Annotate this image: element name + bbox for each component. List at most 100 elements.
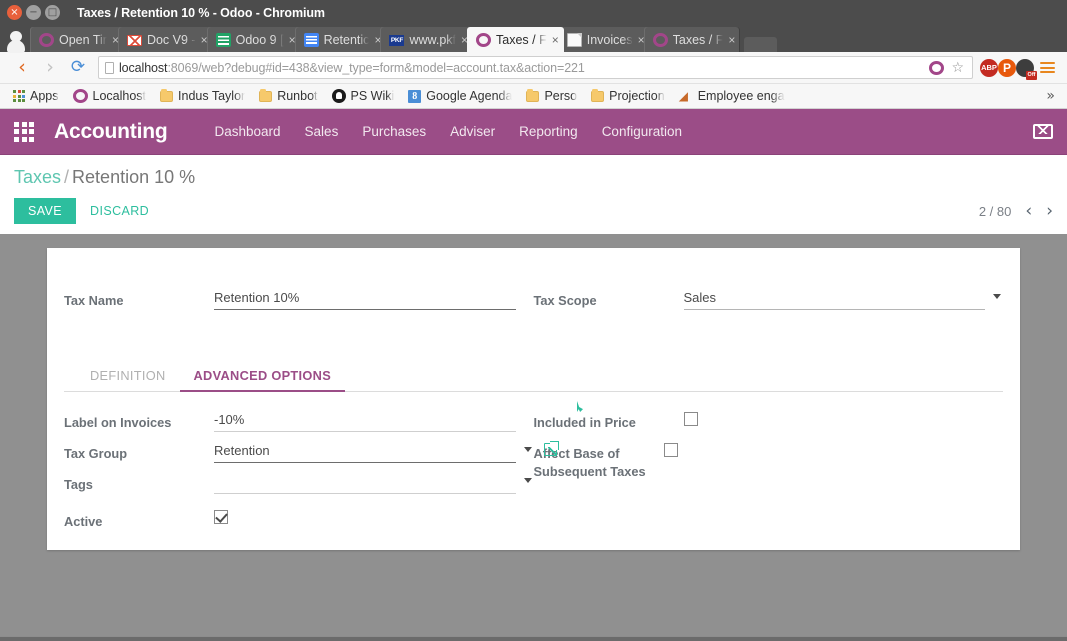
field-value: [684, 410, 1004, 428]
odoo-main-menu: Dashboard Sales Purchases Adviser Report…: [203, 118, 695, 145]
back-icon[interactable]: ‹: [8, 54, 36, 82]
address-bar[interactable]: localhost:8069/web?debug#id=438&view_typ…: [98, 56, 973, 79]
apps-grid-icon: [13, 90, 25, 102]
tags-select[interactable]: [214, 472, 516, 494]
pager-previous-icon[interactable]: ‹: [1025, 203, 1032, 220]
google-icon: 8: [408, 90, 421, 103]
external-link-icon[interactable]: [544, 443, 557, 456]
tax-group-select[interactable]: [214, 441, 516, 463]
browser-tab[interactable]: Doc V9 - ×: [118, 27, 213, 52]
field-included-in-price: Included in Price: [534, 410, 1004, 432]
close-icon[interactable]: ×: [552, 34, 559, 46]
pocket-icon[interactable]: P: [998, 59, 1016, 77]
tab-advanced-options[interactable]: ADVANCED OPTIONS: [180, 362, 346, 392]
record-pager: 2 / 80 ‹ ›: [979, 203, 1053, 220]
bookmark-perso[interactable]: Perso: [519, 87, 584, 105]
bookmark-label: Apps: [30, 89, 59, 103]
adblock-plus-icon[interactable]: ABP: [980, 59, 998, 77]
window-minimize-button[interactable]: −: [26, 5, 41, 20]
tab-label: www.pkf: [409, 33, 456, 47]
browser-tab[interactable]: Invoices ×: [558, 27, 650, 52]
field-value: [214, 410, 534, 432]
form-column-left: Label on Invoices Tax Group: [64, 410, 534, 540]
odoo-icon: [653, 33, 668, 47]
omnibox-actions: ☆: [929, 61, 966, 75]
form-sheet-area: Tax Name Tax Scope D: [0, 234, 1067, 529]
browser-tab[interactable]: Taxes / F ×: [644, 27, 741, 52]
menu-item-configuration[interactable]: Configuration: [590, 118, 694, 145]
odoo-icon: [73, 89, 88, 103]
active-checkbox[interactable]: [214, 510, 228, 524]
chevron-down-icon[interactable]: [524, 447, 532, 452]
tax-name-input[interactable]: [214, 288, 516, 310]
browser-tab-active[interactable]: Taxes / F ×: [467, 27, 564, 52]
chevron-down-icon[interactable]: [993, 294, 1001, 299]
tab-label: Taxes / F: [496, 33, 547, 47]
field-value: [664, 441, 1004, 459]
browser-tab[interactable]: Open Tir ×: [30, 27, 124, 52]
screen-recorder-icon[interactable]: [1016, 59, 1034, 77]
user-avatar-icon[interactable]: [2, 27, 30, 52]
bookmark-label: Runbot: [277, 89, 317, 103]
field-label-on-invoices: Label on Invoices: [64, 410, 534, 432]
close-icon[interactable]: ×: [728, 34, 735, 46]
chrome-menu-icon[interactable]: [1034, 62, 1059, 73]
field-value: [214, 472, 534, 494]
apps-menu-icon[interactable]: [14, 122, 34, 142]
save-button[interactable]: SAVE: [14, 198, 76, 224]
bookmark-ps-wiki[interactable]: PS Wiki: [325, 87, 402, 105]
tax-scope-select[interactable]: [684, 288, 986, 310]
odoo-icon[interactable]: [929, 61, 944, 75]
field-value: [684, 288, 1004, 310]
menu-item-reporting[interactable]: Reporting: [507, 118, 590, 145]
field-value: [214, 509, 534, 527]
form-column-right: Included in Price Affect Base of Subsequ…: [534, 410, 1004, 540]
forward-icon[interactable]: ›: [36, 54, 64, 82]
bookmark-label: Localhost: [93, 89, 147, 103]
menu-item-adviser[interactable]: Adviser: [438, 118, 507, 145]
form-fields-grid: Label on Invoices Tax Group: [64, 410, 1003, 540]
field-value: [214, 288, 534, 310]
gmail-icon: [127, 35, 142, 46]
bookmark-star-icon[interactable]: ☆: [951, 61, 964, 75]
pager-next-icon[interactable]: ›: [1046, 203, 1053, 220]
bookmarks-overflow-icon[interactable]: »: [1040, 88, 1061, 104]
odoo-icon: [39, 33, 54, 47]
included-in-price-checkbox[interactable]: [684, 412, 698, 426]
field-active: Active: [64, 509, 534, 531]
bookmark-indus-taylor[interactable]: Indus Taylor: [153, 87, 252, 105]
form-sheet: Tax Name Tax Scope D: [47, 248, 1020, 550]
menu-item-purchases[interactable]: Purchases: [350, 118, 438, 145]
discard-button[interactable]: DISCARD: [76, 198, 163, 224]
new-tab-button[interactable]: [744, 37, 777, 52]
chevron-down-icon[interactable]: [524, 478, 532, 483]
page-info-icon[interactable]: [105, 62, 114, 74]
bookmark-google-agenda[interactable]: 8 Google Agenda: [401, 87, 519, 105]
tab-definition[interactable]: DEFINITION: [76, 362, 180, 392]
field-label: Active: [64, 509, 214, 531]
browser-tab[interactable]: Odoo 9 [ ×: [207, 27, 301, 52]
bookmark-projection[interactable]: Projection: [584, 87, 672, 105]
bookmark-employee-engagement[interactable]: ◢ Employee enga: [672, 87, 792, 105]
menu-item-sales[interactable]: Sales: [293, 118, 351, 145]
browser-tab[interactable]: Retentic ×: [295, 27, 387, 52]
document-icon: [567, 33, 582, 47]
bookmark-apps[interactable]: Apps: [6, 87, 66, 105]
label-on-invoices-input[interactable]: [214, 410, 516, 432]
messaging-envelope-icon[interactable]: [1033, 124, 1053, 139]
chart-icon: ◢: [679, 90, 693, 103]
bookmark-localhost[interactable]: Localhost: [66, 87, 154, 105]
menu-item-dashboard[interactable]: Dashboard: [203, 118, 293, 145]
tab-label: Retentic: [324, 33, 370, 47]
google-sheets-icon: [216, 33, 231, 47]
odoo-application: Accounting Dashboard Sales Purchases Adv…: [0, 109, 1067, 636]
browser-tab[interactable]: PKF www.pkf ×: [380, 27, 473, 52]
bookmark-runbot[interactable]: Runbot: [252, 87, 324, 105]
breadcrumb-root-link[interactable]: Taxes: [14, 167, 61, 187]
window-maximize-button[interactable]: □: [45, 5, 60, 20]
bookmark-label: Indus Taylor: [178, 89, 245, 103]
reload-icon[interactable]: ⟳: [64, 54, 92, 82]
url-path: :8069/web?debug#id=438&view_type=form&mo…: [167, 61, 584, 75]
affect-base-checkbox[interactable]: [664, 443, 678, 457]
window-close-button[interactable]: ×: [7, 5, 22, 20]
